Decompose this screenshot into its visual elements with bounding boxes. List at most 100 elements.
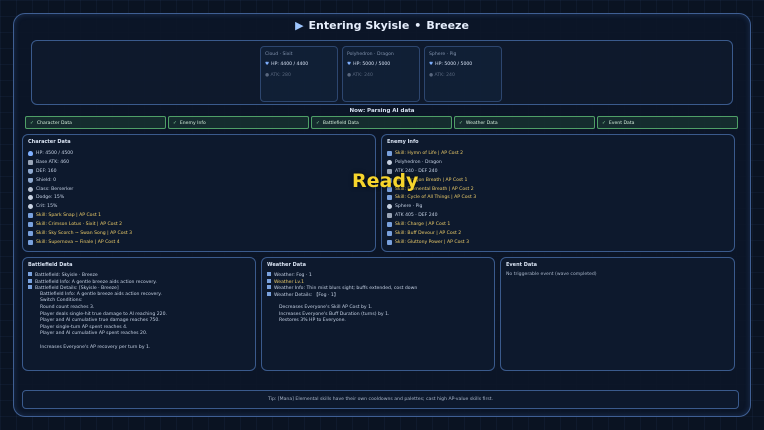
info-icon: [28, 278, 32, 283]
battlefield-line: Battlefield Details: [Skyisle · Breeze]: [28, 285, 250, 292]
status-text: Now: Parsing AI data: [349, 108, 415, 114]
weather-line: Weather Lv.1: [267, 278, 489, 286]
mode-label: Entering Skyisle: [308, 19, 410, 32]
star-icon: [28, 204, 33, 210]
panel-title: Enemy Info: [387, 139, 419, 145]
info-icon: [28, 285, 32, 290]
battlefield-line: Switch Conditions:: [40, 298, 83, 304]
enemy-row: Sphere · Pig: [387, 202, 729, 211]
check-icon: ✓: [173, 121, 177, 126]
info-icon: [28, 272, 32, 276]
step-weather-data[interactable]: ✓ Weather Data: [454, 116, 595, 129]
step-battlefield-data[interactable]: ✓ Battlefield Data: [311, 116, 452, 129]
character-row-text: Skill: Spark Snap | AP Cost 1: [36, 213, 102, 219]
info-icon: [267, 291, 271, 296]
circle-icon: ●: [429, 73, 434, 78]
circle-icon: ●: [265, 73, 270, 78]
enemy-row: Skill: Gluttony Power | AP Cost 3: [387, 238, 729, 247]
character-row-text: Dodge: 15%: [36, 195, 65, 201]
character-row: Skill: Sky Scorch ~ Swan Song | AP Cost …: [28, 229, 370, 238]
sword-icon: [28, 159, 33, 165]
enemy-row-text: Skill: Cycle of All Things | AP Cost 3: [395, 195, 477, 201]
character-row: Dodge: 15%: [28, 193, 370, 202]
skill-icon: [28, 239, 33, 245]
enemy-row: Skill: Charge | AP Cost 1: [387, 220, 729, 229]
battlefield-line: [28, 338, 250, 345]
battlefield-line: Battlefield: Skyisle · Breeze: [28, 272, 250, 279]
battlefield-data-panel[interactable]: Battlefield Data Battlefield: Skyisle · …: [22, 257, 256, 371]
enemy-card[interactable]: Cloud · Sixit ♥ HP: 4400 / 4400 ● ATK: 28…: [260, 46, 338, 102]
panel-title: Battlefield Data: [28, 262, 73, 268]
step-enemy-info[interactable]: ✓ Enemy Info: [168, 116, 309, 129]
enemy-info-panel[interactable]: Enemy Info Skill: Hymn of Life | AP Cost…: [381, 134, 735, 252]
enemy-row: Skill: Elemental Breath | AP Cost 2: [387, 185, 729, 194]
check-icon: ✓: [602, 121, 606, 126]
enemy-name: Sphere · Pig: [429, 52, 457, 57]
character-row: Class: Berserker: [28, 185, 370, 194]
skill-icon: [28, 222, 33, 228]
battlefield-line: Player and AI cumulative true damage rea…: [40, 318, 160, 324]
page-title: ▶ Entering Skyisle • Breeze: [0, 19, 764, 32]
panel-title: Weather Data: [267, 262, 306, 268]
circle-icon: ●: [347, 73, 352, 78]
shield-icon: [28, 177, 33, 183]
person-icon: [387, 204, 392, 210]
character-row: Skill: Crimson Lotus · Sixit | AP Cost 2: [28, 220, 370, 229]
skill-icon: [387, 195, 392, 201]
enemy-row: ATK 240 · DEF 240: [387, 167, 729, 176]
enemy-row: Skill: Hymn of Life | AP Cost 2: [387, 149, 729, 158]
enemy-row: Skill: Cycle of All Things | AP Cost 3: [387, 193, 729, 202]
character-row-text: Base ATK: 460: [36, 159, 70, 165]
enemy-card[interactable]: Polyhedron · Dragon ♥ HP: 5000 / 5000 ● A…: [342, 46, 420, 102]
character-row-text: HP: 4500 / 4500: [36, 150, 74, 156]
star-icon: [28, 195, 33, 201]
heart-icon: ♥: [347, 62, 352, 67]
panel-title: Event Data: [506, 262, 538, 268]
event-data-panel[interactable]: Event Data No triggerable event (wave co…: [500, 257, 735, 371]
play-icon: ▶: [295, 19, 304, 32]
enemy-hp: ♥ HP: 5000 / 5000: [347, 62, 391, 67]
info-icon: [267, 272, 271, 276]
character-row-text: Class: Berserker: [36, 186, 74, 192]
check-icon: ✓: [30, 121, 34, 126]
enemy-card[interactable]: Sphere · Pig ♥ HP: 5000 / 5000 ● ATK: 240: [424, 46, 502, 102]
enemy-hp: ♥ HP: 4400 / 4400: [265, 62, 309, 67]
character-row-text: Skill: Crimson Lotus · Sixit | AP Cost 2: [36, 222, 123, 228]
skill-icon: [387, 230, 392, 236]
heart-icon: ♥: [265, 62, 270, 67]
skill-icon: [28, 213, 33, 219]
shield-icon: [28, 168, 33, 174]
skill-icon: [387, 239, 392, 245]
title-separator: •: [414, 19, 422, 32]
enemy-atk: ● ATK: 280: [265, 73, 291, 78]
enemy-row-text: Skill: Gluttony Power | AP Cost 3: [395, 239, 469, 245]
character-row-text: Shield: 0: [36, 177, 57, 183]
enemy-row: ATK 405 · DEF 240: [387, 211, 729, 220]
tip-bar: Tip: [Mana] Elemental skills have their …: [22, 390, 739, 409]
character-row-text: Crit: 15%: [36, 204, 58, 210]
weather-line: Weather Details: 【Fog · 1】: [267, 291, 489, 299]
weather-data-panel[interactable]: Weather Data Weather: Fog · 1 Weather Lv.…: [261, 257, 495, 371]
step-character-data[interactable]: ✓ Character Data: [25, 116, 166, 129]
enemy-name: Cloud · Sixit: [265, 52, 293, 57]
character-row: Crit: 15%: [28, 202, 370, 211]
battlefield-line: Player and AI cumulative AP spent reache…: [40, 331, 148, 337]
character-row: Base ATK: 460: [28, 158, 370, 167]
character-row-text: Skill: Supernova ~ Finale | AP Cost 4: [36, 239, 120, 245]
enemy-summary-panel: Cloud · Sixit ♥ HP: 4400 / 4400 ● ATK: 28…: [31, 40, 733, 105]
enemy-hp: ♥ HP: 5000 / 5000: [429, 62, 473, 67]
heart-icon: ♥: [429, 62, 434, 67]
step-event-data[interactable]: ✓ Event Data: [597, 116, 738, 129]
skill-icon: [387, 222, 392, 228]
character-row: Skill: Supernova ~ Finale | AP Cost 4: [28, 238, 370, 247]
enemy-row-text: Skill: Hymn of Life | AP Cost 2: [395, 150, 464, 156]
enemy-row: Skill: Buff Devour | AP Cost 2: [387, 229, 729, 238]
enemy-atk: ● ATK: 240: [347, 73, 373, 78]
battlefield-line: Battlefield Info: A gentle breeze aids a…: [28, 278, 250, 286]
ready-overlay: Ready: [352, 170, 419, 192]
character-row-text: Skill: Sky Scorch ~ Swan Song | AP Cost …: [36, 230, 133, 236]
enemy-row-text: Polyhedron · Dragon: [395, 159, 442, 165]
character-data-panel[interactable]: Character Data HP: 4500 / 4500 Base ATK: …: [22, 134, 376, 252]
character-row: Shield: 0: [28, 176, 370, 185]
sword-icon: [387, 213, 392, 219]
